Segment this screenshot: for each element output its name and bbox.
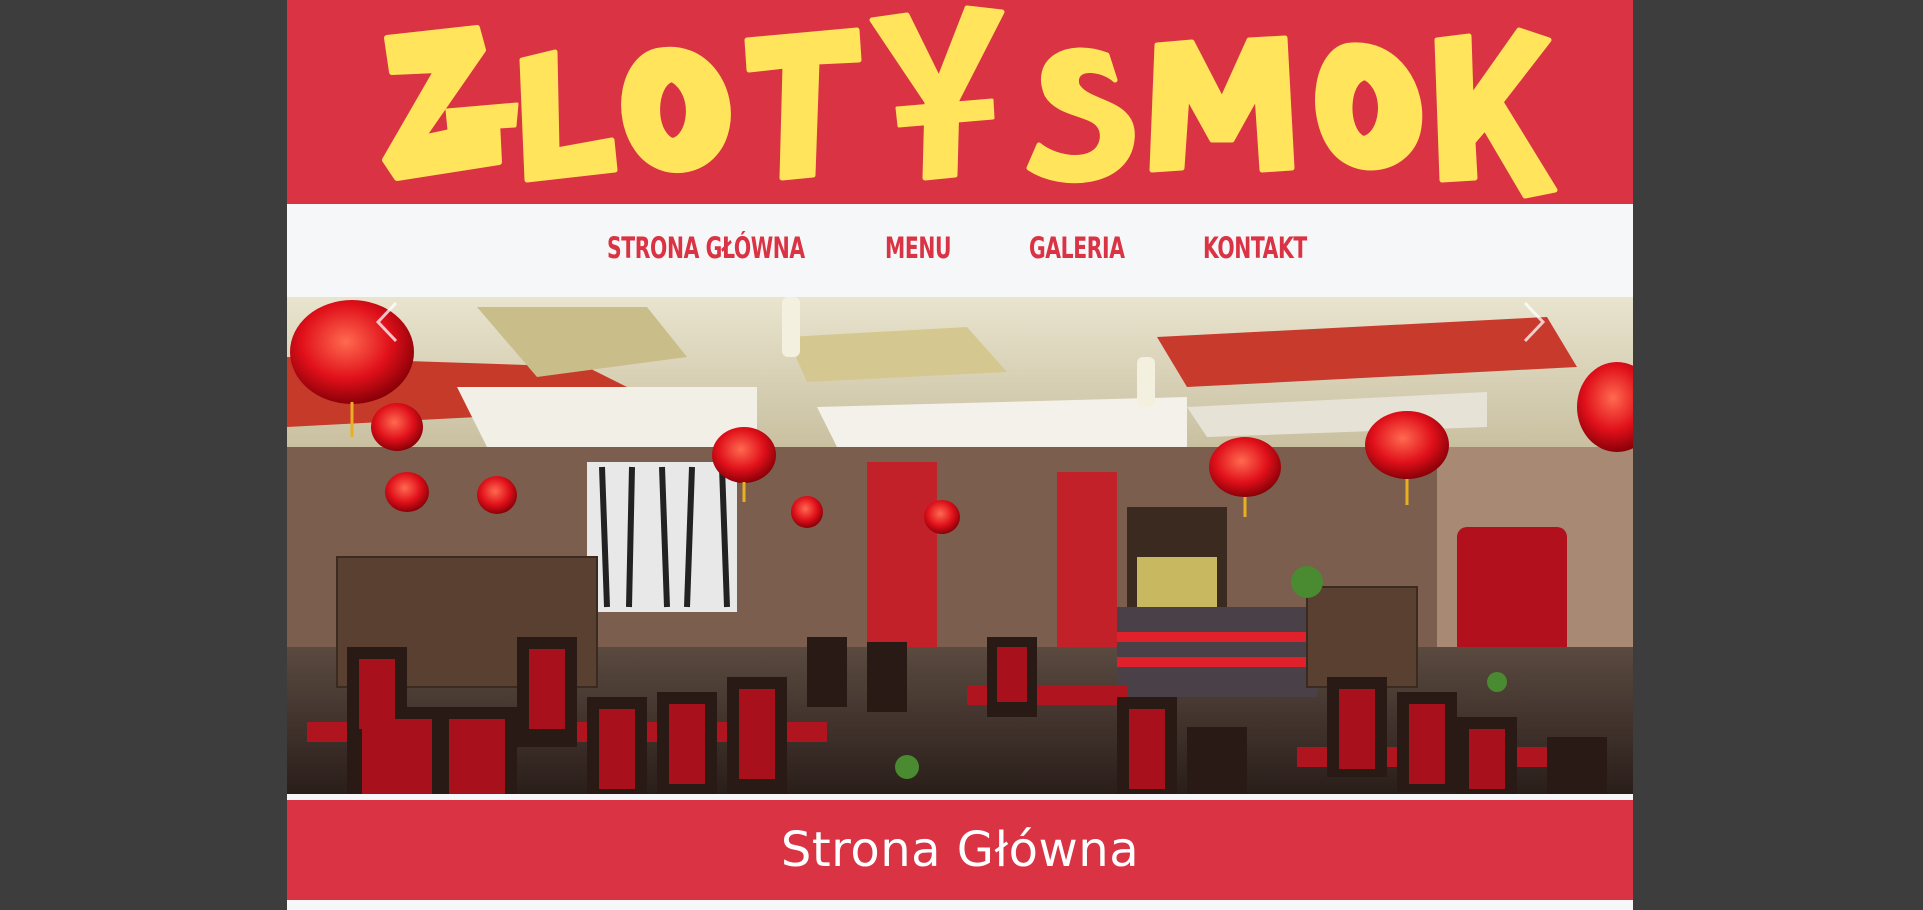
page-container: STRONA GŁÓWNA MENU GALERIA KONTAKT Stron… xyxy=(287,0,1633,910)
nav-item-menu[interactable]: MENU xyxy=(885,231,952,265)
content-area xyxy=(287,900,1633,910)
header-banner xyxy=(287,0,1633,204)
chevron-left-icon[interactable] xyxy=(372,297,402,347)
chevron-right-icon[interactable] xyxy=(1519,297,1549,347)
page-title: Strona Główna xyxy=(780,822,1140,878)
image-slider xyxy=(287,297,1633,794)
brand-logo[interactable] xyxy=(287,0,1633,204)
nav-item-strona-glowna[interactable]: STRONA GŁÓWNA xyxy=(607,231,805,265)
nav-item-kontakt[interactable]: KONTAKT xyxy=(1203,231,1307,265)
restaurant-interior-photo xyxy=(287,297,1633,794)
page-title-bar: Strona Główna xyxy=(287,800,1633,900)
nav-item-galeria[interactable]: GALERIA xyxy=(1029,231,1125,265)
main-nav xyxy=(287,204,1633,297)
